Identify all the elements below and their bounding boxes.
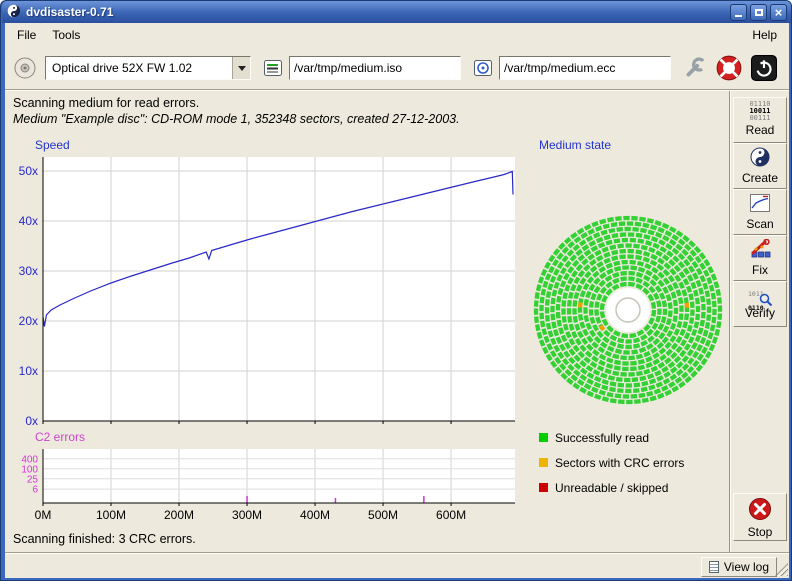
titlebar: dvdisaster-0.71 × [2, 1, 792, 23]
toolbar: Optical drive 52X FW 1.02 [5, 47, 789, 89]
drive-select[interactable]: Optical drive 52X FW 1.02 [45, 56, 251, 80]
medium-state-disc [533, 215, 723, 405]
iso-path-input[interactable] [290, 57, 460, 79]
maximize-button[interactable] [750, 4, 767, 21]
fix-button-label: Fix [752, 263, 768, 277]
close-button[interactable]: × [770, 4, 787, 21]
main-area: Scanning medium for read errors. Medium … [5, 91, 729, 552]
medium-state-title: Medium state [539, 138, 611, 152]
dvdisaster-logo-icon[interactable] [715, 54, 743, 82]
stop-icon [748, 497, 772, 524]
chevron-down-icon[interactable] [232, 57, 250, 79]
verify-magnifier-icon: 1011 0110 [748, 285, 772, 305]
minimize-button[interactable] [730, 4, 747, 21]
read-button[interactable]: 01110 10011 00111 Read [733, 97, 787, 143]
speed-and-c2-charts: 0M 100M 200M 300M 400M 500M 600M 0x 10x 20x 30x 40x… [5, 141, 529, 533]
menu-file[interactable]: File [9, 25, 44, 45]
read-button-label: Read [746, 123, 775, 137]
preferences-wrench-icon[interactable] [683, 56, 707, 80]
status-line-2: Medium "Example disc": CD-ROM mode 1, 35… [13, 112, 460, 126]
legend-label: Unreadable / skipped [555, 481, 668, 495]
fix-button[interactable]: Fix [733, 235, 787, 281]
stop-button-label: Stop [748, 525, 773, 539]
svg-text:200M: 200M [164, 508, 194, 522]
maximize-icon [755, 9, 763, 16]
svg-text:300M: 300M [232, 508, 262, 522]
menu-tools[interactable]: Tools [44, 25, 88, 45]
svg-text:6: 6 [32, 485, 38, 496]
window-yinyang-icon [7, 4, 21, 21]
legend-swatch [539, 483, 548, 492]
svg-text:600M: 600M [436, 508, 466, 522]
iso-path-field [289, 56, 461, 80]
log-document-icon [709, 561, 719, 573]
svg-text:0M: 0M [35, 508, 52, 522]
svg-text:100M: 100M [96, 508, 126, 522]
drive-cd-icon [13, 56, 37, 80]
create-button-label: Create [742, 171, 778, 185]
verify-button[interactable]: 1011 0110 Verify [733, 281, 787, 327]
scan-chart-icon [749, 193, 771, 216]
svg-text:500M: 500M [368, 508, 398, 522]
svg-text:400M: 400M [300, 508, 330, 522]
legend-item: Sectors with CRC errors [539, 450, 684, 475]
svg-text:30x: 30x [19, 264, 38, 278]
ecc-file-icon [473, 58, 493, 78]
ecc-path-input[interactable] [500, 57, 670, 79]
status-line-1: Scanning medium for read errors. [13, 96, 199, 110]
legend-item: Unreadable / skipped [539, 475, 684, 500]
stop-button[interactable]: Stop [733, 493, 787, 541]
fix-tools-icon [749, 239, 771, 262]
legend-swatch [539, 433, 548, 442]
quit-power-button[interactable] [751, 55, 777, 81]
window-title: dvdisaster-0.71 [26, 5, 727, 19]
legend-item: Successfully read [539, 425, 684, 450]
view-log-label: View log [724, 560, 769, 574]
action-sidebar: 01110 10011 00111 Read Create [729, 91, 789, 552]
svg-text:10x: 10x [19, 364, 38, 378]
legend-label: Sectors with CRC errors [555, 456, 684, 470]
drive-select-value: Optical drive 52X FW 1.02 [46, 57, 232, 79]
medium-state-legend: Successfully read Sectors with CRC errors… [539, 425, 684, 500]
minimize-icon [735, 15, 742, 17]
scan-button-label: Scan [746, 217, 773, 231]
svg-text:40x: 40x [19, 214, 38, 228]
window-body: File Tools Help Optical drive 52X FW 1.0… [5, 23, 789, 578]
iso-image-icon [263, 58, 283, 78]
ecc-path-field [499, 56, 671, 80]
svg-text:20x: 20x [19, 314, 38, 328]
scan-button[interactable]: Scan [733, 189, 787, 235]
menu-help[interactable]: Help [744, 25, 785, 45]
view-log-button[interactable]: View log [701, 557, 777, 577]
legend-swatch [539, 458, 548, 467]
yinyang-icon [750, 147, 770, 170]
scan-result-status: Scanning finished: 3 CRC errors. [13, 532, 196, 546]
svg-text:50x: 50x [19, 164, 38, 178]
create-button[interactable]: Create [733, 143, 787, 189]
menubar: File Tools Help [5, 23, 789, 47]
bottom-statusbar: View log [5, 552, 789, 578]
app-window: dvdisaster-0.71 × File Tools Help Optica… [0, 0, 792, 581]
read-binary-icon: 01110 10011 00111 [749, 101, 770, 122]
close-icon: × [775, 6, 783, 19]
svg-text:0x: 0x [25, 414, 38, 428]
legend-label: Successfully read [555, 431, 649, 445]
